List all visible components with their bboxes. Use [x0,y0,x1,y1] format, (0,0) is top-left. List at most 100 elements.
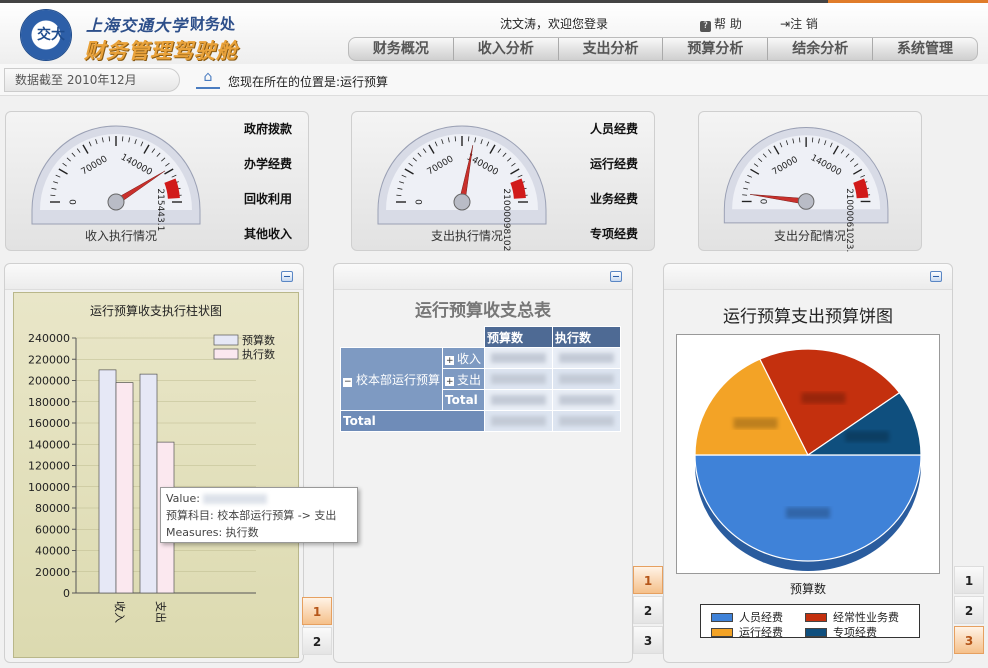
legend-swatch [213,348,239,360]
legend-item: 人员经费 [711,609,783,625]
gauge-title: 支出执行情况 [430,229,503,243]
tooltip-subject: 预算科目: 校本部运行预算 -> 支出 [166,509,337,522]
category-label: 支出 [154,601,168,623]
gauge-hub [107,193,125,211]
y-tick-label: 0 [63,587,70,600]
bar-chart-area: 运行预算收支执行柱状图 0 20000 40000 60000 80000 100000 12… [13,292,299,658]
gauge-category-labels: 人员经费 运行经费 业务经费 专项经费 [590,120,650,260]
help-link[interactable]: ? 帮 助 [700,15,742,32]
pie-title: 运行预算支出预算饼图 [723,307,893,327]
y-tick-label: 180000 [28,396,70,409]
minimize-button[interactable] [281,271,293,282]
y-tick-label: 140000 [28,438,70,451]
main-menu: 财务概况 收入分析 支出分析 预算分析 结余分析 系统管理 [348,37,978,61]
menu-item-budget[interactable]: 预算分析 [663,38,769,60]
system-name: 财务管理驾驶舱 [84,39,238,63]
summary-table-panel: 运行预算收支总表 预算数 执行数 − 校本部运行预算 + 收入 + 支出 Total … [333,263,633,663]
gauge-label[interactable]: 其他收入 [244,225,304,260]
department-name: 财务处 [190,15,236,33]
minimize-button[interactable] [610,271,622,282]
pie-pager-3[interactable]: 3 [954,626,984,654]
legend-item: 运行经费 [711,624,783,640]
blurred-value [491,395,546,405]
legend-swatch [805,627,827,637]
pie-pager-2[interactable]: 2 [954,596,984,624]
gauge-label[interactable]: 业务经费 [590,190,650,225]
blurred-value [559,374,614,384]
panel-header [5,264,303,290]
panel-header [664,264,952,290]
table-cell [484,389,553,411]
y-tick-label: 240000 [28,332,70,345]
gauge-tick [454,136,457,142]
gauge-tick [121,136,124,142]
help-label: 帮 助 [714,17,742,31]
gauge-label[interactable]: 运行经费 [590,155,650,190]
table-pager-2[interactable]: 2 [633,596,663,624]
pie-pager-1[interactable]: 1 [954,566,984,594]
tooltip-measures: Measures: 执行数 [166,526,259,539]
blurred-slice-label [786,507,830,519]
gauge-label[interactable]: 专项经费 [590,225,650,260]
blurred-value [203,494,268,504]
gauge-label[interactable]: 政府拨款 [244,120,304,155]
pivot-table: 预算数 执行数 − 校本部运行预算 + 收入 + 支出 Total Total [340,326,621,432]
column-header-budget: 预算数 [484,326,553,348]
gauge-card-income: 0 70000 140000 215443.1 收入执行情况 政府拨款 办学经费 回收… [5,111,309,251]
legend-swatch [213,334,239,346]
data-date-label: 数据截至 2010年12月 [4,68,180,92]
logout-link[interactable]: ⇥注 销 [780,15,818,32]
gauge-tick [108,136,111,142]
gauge-tick-label: 0 [415,199,425,205]
collapse-icon[interactable]: − [343,377,352,387]
legend-label: 预算数 [242,333,275,347]
pie-legend: 人员经费 经常性业务费 运行经费 专项经费 [700,604,920,640]
gauge-label[interactable]: 回收利用 [244,190,304,225]
table-cell [484,410,553,432]
table-cell [484,368,553,390]
minimize-button[interactable] [930,271,942,282]
gauge-tick [50,194,56,197]
menu-item-system[interactable]: 系统管理 [873,38,977,60]
blurred-slice-label [801,392,846,404]
blurred-value [559,353,614,363]
bar [115,382,134,594]
gauge-label[interactable]: 办学经费 [244,155,304,190]
row-grand-total: Total [340,410,485,432]
row-income[interactable]: + 收入 [442,347,485,369]
pie-plot-area [676,334,940,574]
table-cell [484,347,553,369]
menu-item-overview[interactable]: 财务概况 [349,38,454,60]
menu-item-expense[interactable]: 支出分析 [559,38,664,60]
expand-icon[interactable]: + [445,355,454,365]
tooltip-value-label: Value: [166,492,200,505]
bar-chart: 运行预算收支执行柱状图 0 20000 40000 60000 80000 100000 12… [28,303,275,623]
tag-icon: ⌂ [196,69,220,89]
legend-label: 执行数 [242,347,275,361]
row-expense[interactable]: + 支出 [442,368,485,390]
blurred-value [559,395,614,405]
expand-icon[interactable]: + [445,376,454,386]
university-logo: 交大 [20,9,72,61]
logout-icon: ⇥ [780,17,791,31]
column-header-actual: 执行数 [552,326,621,348]
category-label: 收入 [113,601,127,623]
gauge-label[interactable]: 人员经费 [590,120,650,155]
menu-item-balance[interactable]: 结余分析 [768,38,874,60]
gauge-tick [811,137,814,143]
table-pager-1[interactable]: 1 [633,566,663,594]
gauge-title: 支出分配情况 [773,229,846,243]
legend-item: 经常性业务费 [805,609,899,625]
table-title: 运行预算收支总表 [415,301,551,321]
table-pager-3[interactable]: 3 [633,626,663,654]
gauge-tick-label: 0 [69,199,79,205]
menu-item-income[interactable]: 收入分析 [454,38,559,60]
y-tick-label: 120000 [28,460,70,473]
y-tick-label: 60000 [35,523,70,536]
bar-pager-1[interactable]: 1 [302,597,332,625]
group-row[interactable]: − 校本部运行预算 [340,347,443,411]
y-tick-label: 100000 [28,481,70,494]
bar-pager-2[interactable]: 2 [302,627,332,655]
row-label: 支出 [457,372,482,387]
header-accent [828,0,988,3]
